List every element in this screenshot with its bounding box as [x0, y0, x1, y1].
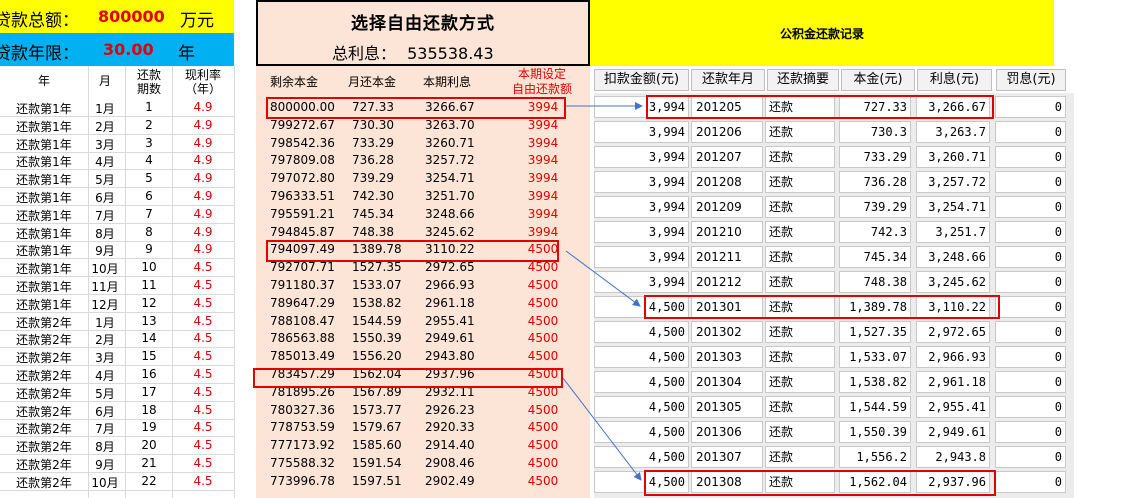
- connector-arrows: [562, 102, 643, 481]
- arrow-line: [565, 250, 641, 307]
- arrow-line: [562, 377, 642, 481]
